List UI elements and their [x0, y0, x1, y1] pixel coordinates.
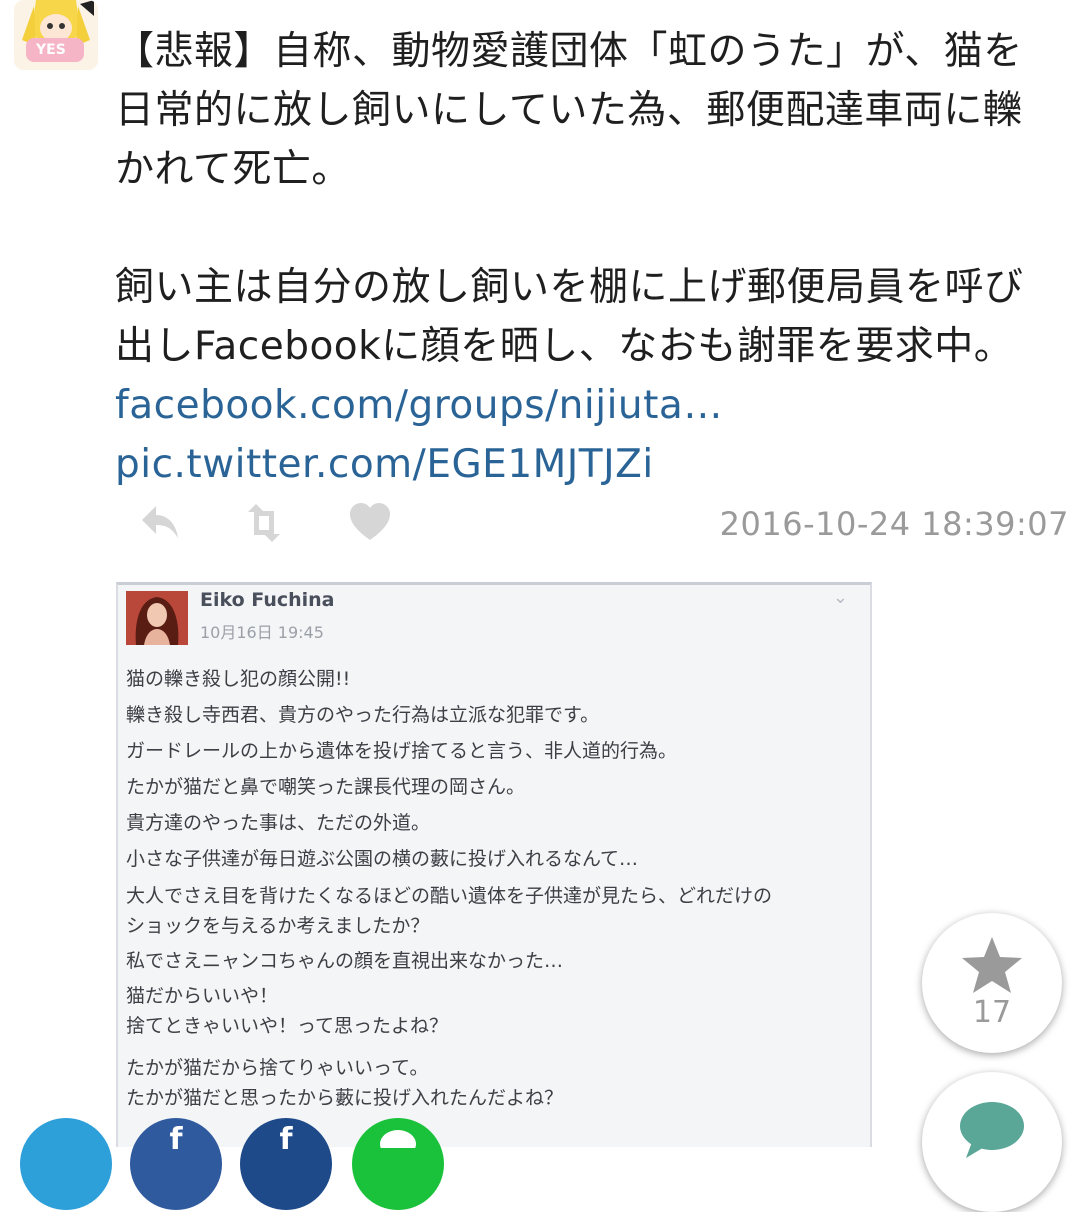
fb-post-line: 捨てときゃいいや！って思ったよね？ — [126, 1015, 449, 1037]
fb-post-text: 猫の轢き殺し犯の顔公開!! 轢き殺し寺西君、貴方のやった行為は立派な犯罪です。 … — [126, 661, 861, 1113]
fb-post-line: 小さな子供達が毎日遊ぶ公園の横の藪に投げ入れるなんて… — [126, 848, 639, 870]
tweet-timestamp: 2016-10-24 18:39:07 — [719, 505, 1069, 543]
facebook-icon: f — [169, 1122, 183, 1157]
chevron-down-icon: ⌄ — [832, 587, 848, 608]
fb-post-line: 猫の轢き殺し犯の顔公開!! — [126, 668, 351, 690]
reply-icon[interactable] — [138, 500, 182, 546]
fb-author-name: Eiko Fuchina — [200, 589, 335, 611]
fb-profile-photo — [126, 591, 188, 645]
fb-post-line: ガードレールの上から遺体を投げ捨てると言う、非人道的行為。 — [126, 740, 678, 762]
fb-post-line: ショックを与えるか考えましたか？ — [126, 915, 430, 937]
fb-post-line: 私でさえニャンコちゃんの顔を直視出来なかった… — [126, 950, 564, 972]
fb-post-line: たかが猫だと鼻で嘲笑った課長代理の岡さん。 — [126, 776, 526, 798]
tweet-text-line: 【悲報】自称、動物愛護団体「虹のうた」が、猫を — [115, 29, 1023, 74]
comment-icon — [960, 1102, 1024, 1158]
line-icon — [380, 1130, 416, 1148]
pic-twitter-link[interactable]: pic.twitter.com/EGE1MJTJZi — [115, 435, 1055, 494]
user-avatar[interactable]: YES — [14, 0, 98, 70]
fb-post-line: たかが猫だから捨てりゃいいって。 — [126, 1057, 429, 1079]
avatar-image — [14, 0, 98, 70]
fb-post-date: 10月16日 19:45 — [200, 623, 324, 642]
avatar-badge-text: YES — [36, 42, 66, 58]
embedded-image[interactable]: Eiko Fuchina 10月16日 19:45 ⌄ 猫の轢き殺し犯の顔公開!… — [116, 582, 872, 1147]
share-button-3[interactable]: f — [240, 1118, 332, 1210]
fb-post-line: 猫だからいいや！ — [126, 985, 279, 1007]
star-icon — [962, 937, 1022, 993]
tweet-text-line: 日常的に放し飼いにしていた為、郵便配達車両に轢 — [115, 88, 1023, 133]
retweet-icon[interactable] — [242, 500, 286, 546]
facebook-link[interactable]: facebook.com/groups/nijiuta… — [115, 376, 1055, 435]
facebook-share-button[interactable]: f — [130, 1118, 222, 1210]
twitter-share-button[interactable] — [20, 1118, 112, 1210]
tweet-text-line: 飼い主は自分の放し飼いを棚に上げ郵便局員を呼び — [115, 265, 1024, 310]
favorite-count: 17 — [972, 995, 1012, 1030]
facebook-icon: f — [279, 1122, 293, 1157]
fb-post-line: 轢き殺し寺西君、貴方のやった行為は立派な犯罪です。 — [126, 704, 600, 726]
tweet-text-line: 出しFacebookに顔を晒し、なおも謝罪を要求中。 — [115, 324, 1014, 369]
line-share-button[interactable] — [352, 1118, 444, 1210]
fb-post-line: 大人でさえ目を背けたくなるほどの酷い遺体を子供達が見たら、どれだけの — [126, 885, 773, 907]
heart-icon[interactable] — [348, 500, 392, 546]
fb-post-line: 貴方達のやった事は、ただの外道。 — [126, 812, 431, 834]
tweet-body: 【悲報】自称、動物愛護団体「虹のうた」が、猫を 日常的に放し飼いにしていた為、郵… — [115, 22, 1055, 494]
comment-button[interactable] — [922, 1072, 1062, 1212]
tweet-text-line: かれて死亡。 — [115, 147, 351, 192]
favorite-button[interactable]: 17 — [922, 913, 1062, 1053]
fb-post-line: たかが猫だと思ったから藪に投げ入れたんだよね？ — [126, 1087, 564, 1109]
